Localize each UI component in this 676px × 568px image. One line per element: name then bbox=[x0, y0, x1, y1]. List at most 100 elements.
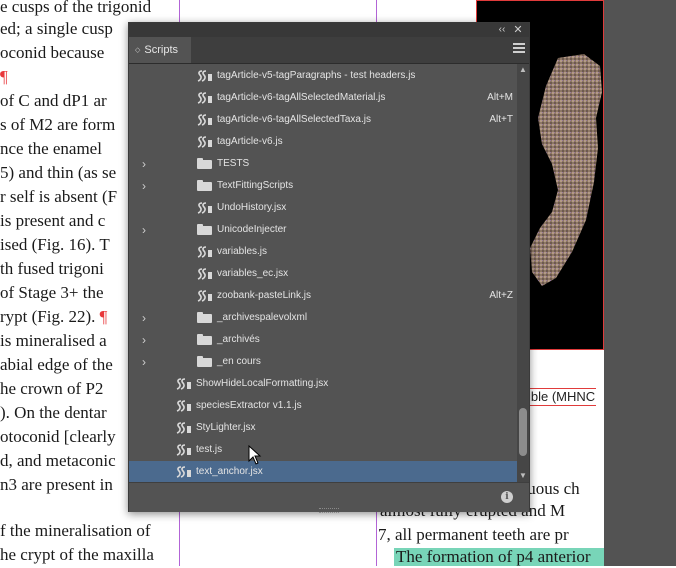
script-label: speciesExtractor v1.1.js bbox=[196, 400, 302, 411]
folder-icon bbox=[197, 224, 213, 236]
left-text-line: n3 are present in bbox=[0, 475, 113, 494]
script-icon bbox=[176, 444, 191, 456]
panel-resize-grip[interactable] bbox=[319, 508, 339, 513]
script-row[interactable]: variables.js bbox=[129, 241, 517, 263]
panel-title-bar[interactable]: ‹‹ ✕ bbox=[129, 23, 529, 37]
folder-icon bbox=[197, 334, 213, 346]
script-row[interactable]: tagArticle-v6-tagAllSelectedTaxa.js Alt+T bbox=[129, 109, 517, 131]
folder-row[interactable]: › TextFittingScripts bbox=[129, 175, 517, 197]
script-row[interactable]: tagArticle-v6-tagAllSelectedMaterial.js A… bbox=[129, 87, 517, 109]
scripts-list[interactable]: tagArticle-v5-tagParagraphs - test heade… bbox=[129, 64, 517, 482]
left-text-line: ised (Fig. 16). T bbox=[0, 235, 110, 254]
left-text-line: 5) and thin (as se bbox=[0, 163, 117, 182]
mouse-pointer-icon bbox=[248, 445, 262, 465]
folder-label: TESTS bbox=[217, 158, 250, 169]
left-text-line: s of M2 are form bbox=[0, 115, 116, 134]
folder-label: _archivés bbox=[217, 334, 260, 345]
folder-icon bbox=[197, 180, 213, 192]
chevron-right-icon[interactable]: › bbox=[142, 356, 152, 368]
left-text-line: e cusps of the trigonid bbox=[0, 0, 152, 16]
left-text-line: he crown of P2 bbox=[0, 379, 104, 398]
left-text-line: th fused trigoni bbox=[0, 259, 104, 278]
scroll-down-icon[interactable]: ▼ bbox=[517, 470, 529, 482]
close-panel-button[interactable]: ✕ bbox=[511, 23, 525, 37]
folder-row[interactable]: › _archivespalevolxml bbox=[129, 307, 517, 329]
folder-row[interactable]: › _archivés bbox=[129, 329, 517, 351]
script-row[interactable]: zoobank-pasteLink.js Alt+Z bbox=[129, 285, 517, 307]
left-text-line: is mineralised a bbox=[0, 331, 107, 350]
chevron-right-icon[interactable]: › bbox=[142, 224, 152, 236]
script-icon bbox=[176, 422, 191, 434]
script-icon bbox=[176, 466, 191, 478]
scroll-thumb[interactable] bbox=[519, 408, 527, 456]
keyboard-shortcut: Alt+Z bbox=[489, 290, 513, 301]
left-text-line: of Stage 3+ the bbox=[0, 283, 104, 302]
folder-icon bbox=[197, 312, 213, 324]
panel-footer: i bbox=[129, 482, 529, 513]
script-row[interactable]: speciesExtractor v1.1.js bbox=[129, 395, 517, 417]
collapse-panel-button[interactable]: ‹‹ bbox=[495, 23, 509, 37]
script-row[interactable]: tagArticle-v6.js bbox=[129, 131, 517, 153]
script-icon bbox=[176, 378, 191, 390]
scripts-panel: ‹‹ ✕ ◇ Scripts tagArticle-v5-tagParagraph… bbox=[128, 22, 530, 513]
scrollbar[interactable]: ▲ ▼ bbox=[517, 64, 529, 482]
folder-row[interactable]: › _en cours bbox=[129, 351, 517, 373]
folder-row[interactable]: › UnicodeInjecter bbox=[129, 219, 517, 241]
script-icon bbox=[197, 136, 212, 148]
script-row[interactable]: tagArticle-v5-tagParagraphs - test heade… bbox=[129, 65, 517, 87]
left-text-line: otoconid [clearly bbox=[0, 427, 116, 446]
left-text-line: oconid because bbox=[0, 43, 105, 62]
left-text-line: ed; a single cusp bbox=[0, 19, 113, 38]
keyboard-shortcut: Alt+T bbox=[489, 114, 513, 125]
tab-collapse-arrows-icon: ◇ bbox=[135, 47, 141, 54]
script-icon bbox=[197, 92, 212, 104]
chevron-right-icon[interactable]: › bbox=[142, 334, 152, 346]
left-text-line: of C and dP1 ar bbox=[0, 91, 107, 110]
tab-scripts[interactable]: ◇ Scripts bbox=[129, 37, 191, 63]
folder-label: _archivespalevolxml bbox=[217, 312, 308, 323]
chevron-right-icon[interactable]: › bbox=[142, 312, 152, 324]
tab-scripts-label: Scripts bbox=[144, 44, 179, 56]
script-icon bbox=[176, 400, 191, 412]
script-label: variables.js bbox=[217, 246, 268, 257]
scroll-up-icon[interactable]: ▲ bbox=[517, 64, 529, 76]
script-row[interactable]: ShowHideLocalFormatting.jsx bbox=[129, 373, 517, 395]
script-label: test.js bbox=[196, 444, 223, 455]
pilcrow-mark: ¶ bbox=[99, 307, 108, 326]
script-label: variables_ec.jsx bbox=[217, 268, 289, 279]
pilcrow-mark: ¶ bbox=[0, 67, 8, 86]
folder-icon bbox=[197, 158, 213, 170]
highlighted-text: The formation of p4 anterior bbox=[394, 547, 604, 566]
script-label: ShowHideLocalFormatting.jsx bbox=[196, 378, 329, 389]
folder-label: UnicodeInjecter bbox=[217, 224, 287, 235]
script-row[interactable]: test.js bbox=[129, 439, 517, 461]
left-text-line: ¶ bbox=[0, 66, 8, 88]
panel-menu-icon[interactable] bbox=[513, 43, 525, 55]
script-row[interactable]: variables_ec.jsx bbox=[129, 263, 517, 285]
script-icon bbox=[197, 268, 212, 280]
figure-caption: ible (MHNC bbox=[527, 388, 597, 406]
left-text-line: ). On the dentar bbox=[0, 403, 107, 422]
panel-tab-bar: ◇ Scripts bbox=[129, 37, 529, 64]
left-text-line: abial edge of the bbox=[0, 355, 113, 374]
script-row[interactable]: UndoHistory.jsx bbox=[129, 197, 517, 219]
left-text-line: d, and metaconic bbox=[0, 451, 116, 470]
script-icon bbox=[197, 246, 212, 258]
script-icon bbox=[197, 70, 212, 82]
folder-row[interactable]: › TESTS bbox=[129, 153, 517, 175]
script-icon bbox=[197, 202, 212, 214]
script-label: StyLighter.jsx bbox=[196, 422, 256, 433]
left-text-line: r self is absent (F bbox=[0, 187, 118, 206]
script-row[interactable]: text_anchor.jsx bbox=[129, 461, 517, 482]
left-text-line: f the mineralisation of bbox=[0, 521, 151, 540]
script-row[interactable]: StyLighter.jsx bbox=[129, 417, 517, 439]
chevron-right-icon[interactable]: › bbox=[142, 180, 152, 192]
info-icon[interactable]: i bbox=[501, 491, 513, 503]
chevron-right-icon[interactable]: › bbox=[142, 158, 152, 170]
left-text-line: nce the enamel bbox=[0, 139, 102, 158]
script-label: tagArticle-v6-tagAllSelectedMaterial.js bbox=[217, 92, 386, 103]
left-text-line: is present and c bbox=[0, 211, 106, 230]
folder-icon bbox=[197, 356, 213, 368]
script-label: zoobank-pasteLink.js bbox=[217, 290, 311, 301]
fossil-specimen-image bbox=[530, 54, 602, 286]
